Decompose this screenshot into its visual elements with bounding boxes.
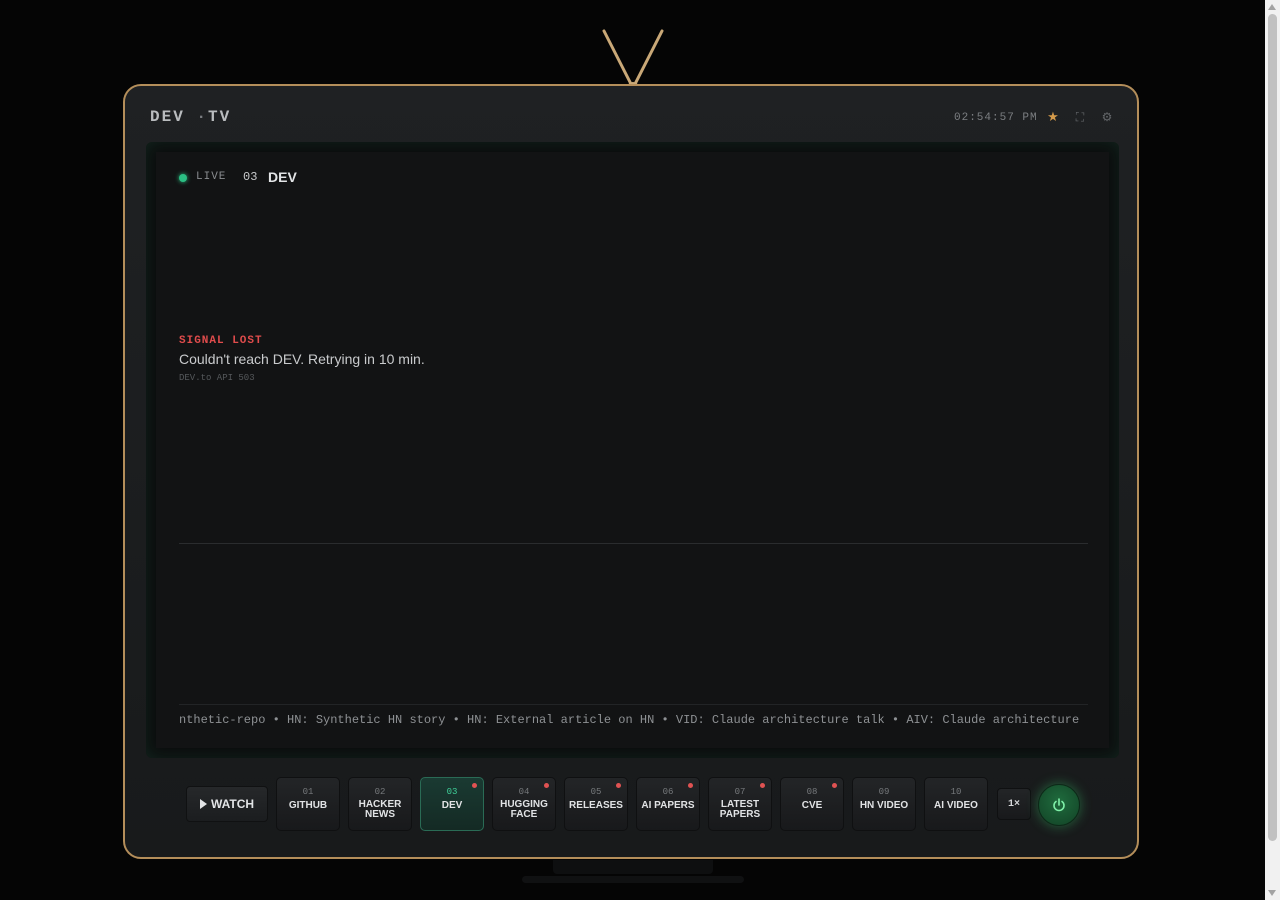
- channel-label-line1: DEV: [441, 800, 463, 811]
- channel-label-line1: AI PAPERS: [641, 800, 695, 811]
- speed-button[interactable]: 1×: [997, 788, 1031, 820]
- tv-screen: [156, 152, 1109, 748]
- channel-label-line1: CVE: [801, 800, 823, 811]
- channel-label: GITHUB: [277, 801, 339, 811]
- watch-label: WATCH: [210, 797, 255, 811]
- play-icon: [199, 799, 207, 809]
- clock: 02:54:57 PM: [954, 112, 1038, 124]
- channel-label-line1: AI VIDEO: [934, 800, 978, 811]
- new-content-dot-icon: [760, 783, 765, 788]
- channel-button-03[interactable]: 03 DEV: [420, 777, 484, 831]
- scroll-up-arrow-icon[interactable]: [1268, 4, 1276, 10]
- ticker-divider: [179, 704, 1088, 705]
- channel-label: DEV: [421, 801, 483, 811]
- channel-button-08[interactable]: 08 CVE: [780, 777, 844, 831]
- new-content-dot-icon: [472, 783, 477, 788]
- signal-lost-title: SIGNAL LOST: [179, 335, 263, 347]
- app-logo: DEV ·TV: [150, 108, 231, 126]
- channel-button-09[interactable]: 09 HN VIDEO: [852, 777, 916, 831]
- logo-dev: DEV: [150, 108, 185, 126]
- tv-stand-neck: [553, 860, 713, 874]
- channel-button-05[interactable]: 05 RELEASES: [564, 777, 628, 831]
- new-content-dot-icon: [544, 783, 549, 788]
- channel-button-10[interactable]: 10 AI VIDEO: [924, 777, 988, 831]
- current-channel-name: DEV: [268, 169, 297, 185]
- new-content-dot-icon: [832, 783, 837, 788]
- screen-divider: [179, 543, 1088, 544]
- channel-label: HUGGING FACE: [493, 800, 555, 820]
- channel-label-line2: PAPERS: [719, 809, 761, 820]
- channel-label-line1: HN VIDEO: [859, 800, 909, 811]
- live-label: LIVE: [196, 171, 227, 183]
- page-scrollbar[interactable]: [1265, 0, 1280, 900]
- signal-error-detail: DEV.to API 503: [179, 373, 255, 383]
- channel-label-line2: NEWS: [365, 809, 395, 820]
- channel-number: 07: [734, 787, 746, 797]
- scrollbar-thumb[interactable]: [1268, 14, 1277, 841]
- channel-number: 09: [878, 787, 890, 797]
- channel-label-line1: GITHUB: [288, 800, 328, 811]
- channel-label: AI PAPERS: [637, 801, 699, 811]
- channel-label: LATEST PAPERS: [709, 800, 771, 820]
- channel-number: 10: [950, 787, 962, 797]
- channel-button-06[interactable]: 06 AI PAPERS: [636, 777, 700, 831]
- channel-label-line1: RELEASES: [569, 800, 623, 811]
- channel-button-04[interactable]: 04 HUGGING FACE: [492, 777, 556, 831]
- channel-number: 08: [806, 787, 818, 797]
- channel-label: RELEASES: [565, 801, 627, 811]
- news-ticker: nthetic-repo • HN: Synthetic HN story • …: [179, 713, 1080, 727]
- channel-label: HACKER NEWS: [349, 800, 411, 820]
- channel-number: 02: [374, 787, 386, 797]
- new-content-dot-icon: [616, 783, 621, 788]
- current-channel-number: 03: [243, 170, 258, 184]
- scroll-down-arrow-icon[interactable]: [1268, 890, 1276, 896]
- power-icon: [1053, 798, 1065, 812]
- channel-label: HN VIDEO: [853, 801, 915, 811]
- signal-lost-message: Couldn't reach DEV. Retrying in 10 min.: [179, 351, 425, 367]
- channel-number: 01: [302, 787, 314, 797]
- logo-tv: TV: [208, 108, 232, 126]
- channel-button-07[interactable]: 07 LATEST PAPERS: [708, 777, 772, 831]
- fullscreen-icon[interactable]: ⛶: [1072, 109, 1088, 125]
- channel-number: 05: [590, 787, 602, 797]
- gear-icon[interactable]: ⚙: [1099, 109, 1115, 125]
- channel-number: 06: [662, 787, 674, 797]
- tv-stand-base: [522, 876, 744, 883]
- star-icon[interactable]: ★: [1045, 109, 1061, 125]
- channel-label: AI VIDEO: [925, 801, 987, 811]
- logo-separator: ·: [196, 108, 209, 126]
- watch-button[interactable]: WATCH: [186, 786, 268, 822]
- power-button[interactable]: [1038, 784, 1080, 826]
- channel-number: 03: [446, 787, 458, 797]
- channel-button-01[interactable]: 01 GITHUB: [276, 777, 340, 831]
- new-content-dot-icon: [688, 783, 693, 788]
- live-indicator-icon: [179, 174, 187, 182]
- channel-button-02[interactable]: 02 HACKER NEWS: [348, 777, 412, 831]
- channel-label: CVE: [781, 801, 843, 811]
- channel-label-line2: FACE: [510, 809, 538, 820]
- channel-number: 04: [518, 787, 530, 797]
